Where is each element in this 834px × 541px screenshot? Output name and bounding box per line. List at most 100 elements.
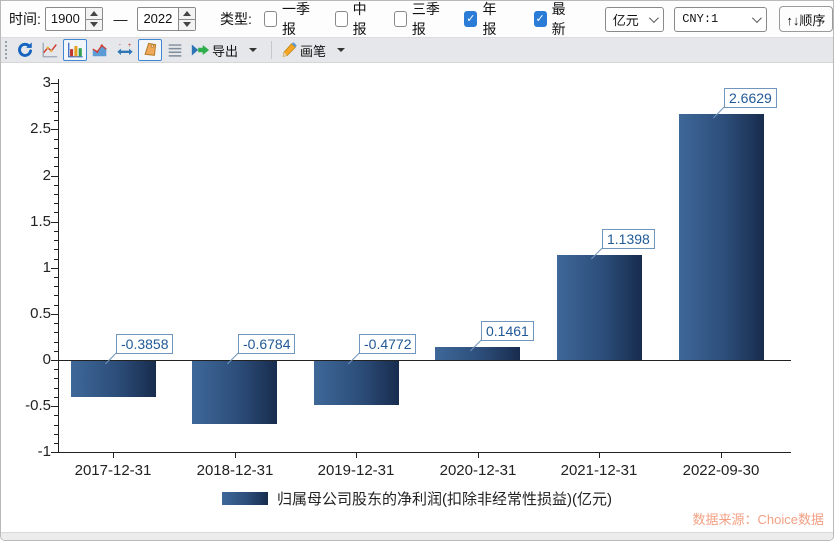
area-chart-icon xyxy=(92,44,107,57)
svg-text:-: - xyxy=(119,41,121,48)
type-checkbox-group: 一季报 中报 三季报 ✓ 年报 ✓ 最新 xyxy=(263,1,593,39)
end-year-spin-buttons[interactable] xyxy=(177,8,195,30)
legend-swatch xyxy=(222,492,268,505)
window-bottom-edge xyxy=(1,532,833,540)
y-minor-tick xyxy=(54,212,58,213)
type-checkbox-3[interactable]: ✓ 年报 xyxy=(464,1,504,39)
y-major-tick xyxy=(51,314,58,315)
data-source-note: 数据来源：Choice数据 xyxy=(692,512,824,527)
type-checkbox-1[interactable]: 中报 xyxy=(334,1,375,39)
checkbox-label: 三季报 xyxy=(411,1,440,37)
y-major-tick xyxy=(51,129,58,130)
y-minor-tick xyxy=(54,378,58,379)
checkbox-label: 最新 xyxy=(551,1,566,37)
spin-down-button[interactable] xyxy=(178,19,195,30)
legend-label: 归属母公司股东的净利润(扣除非经常性损益)(亿元) xyxy=(277,491,612,508)
chart-area: 3 2.5 2 1.5 1 0.5 0 -0.5 -1 2017-12-31 -0.3858 2018… xyxy=(1,64,833,531)
x-axis-tick xyxy=(478,453,479,458)
x-axis-tick xyxy=(721,453,722,458)
y-minor-tick xyxy=(54,388,58,389)
y-axis-label: -0.5 xyxy=(25,397,51,414)
type-checkbox-0[interactable]: 一季报 xyxy=(263,1,316,39)
y-minor-tick xyxy=(54,249,58,250)
value-label: -0.4772 xyxy=(347,334,417,365)
checkbox-unchecked-icon[interactable] xyxy=(263,11,278,27)
checkbox-unchecked-icon[interactable] xyxy=(334,11,348,27)
y-axis-label: 2.5 xyxy=(30,120,51,137)
chart-legend: 归属母公司股东的净利润(扣除非经常性损益)(亿元) xyxy=(1,488,833,509)
y-minor-tick xyxy=(54,203,58,204)
y-major-tick xyxy=(51,360,58,361)
unit-select[interactable]: 亿元 xyxy=(604,6,665,32)
time-label: 时间: xyxy=(9,11,41,27)
toolbar-grip-handle[interactable] xyxy=(5,41,10,59)
y-minor-tick xyxy=(54,157,58,158)
y-minor-tick xyxy=(54,240,58,241)
export-label: 导出 xyxy=(212,43,239,59)
export-icon xyxy=(191,44,210,56)
currency-select[interactable]: CNY:1 xyxy=(674,6,767,32)
unit-select-value: 亿元 xyxy=(612,12,639,28)
x-axis-label: 2017-12-31 xyxy=(74,462,152,479)
x-axis-label: 2020-12-31 xyxy=(439,462,517,479)
chevron-down-icon xyxy=(751,12,762,23)
y-minor-tick xyxy=(54,397,58,398)
brush-dropdown-caret[interactable] xyxy=(337,48,346,52)
checkbox-checked-icon[interactable]: ✓ xyxy=(464,11,478,27)
export-dropdown-caret[interactable] xyxy=(249,48,258,52)
y-minor-tick xyxy=(54,259,58,260)
export-button[interactable]: 导出 xyxy=(188,39,242,61)
y-axis-label: 0 xyxy=(42,351,51,368)
bar-2018-12-31 xyxy=(192,361,277,424)
zero-line xyxy=(58,360,791,361)
refresh-button[interactable] xyxy=(13,39,37,61)
type-checkbox-2[interactable]: 三季报 xyxy=(393,1,446,39)
list-button[interactable] xyxy=(163,39,187,61)
start-year-spin-buttons[interactable] xyxy=(85,8,103,30)
sort-order-button[interactable]: ↑↓顺序 xyxy=(778,6,833,32)
y-axis-line xyxy=(58,79,59,453)
type-label: 类型: xyxy=(219,11,252,27)
area-chart-button[interactable] xyxy=(88,39,112,61)
x-axis-label: 2019-12-31 xyxy=(317,462,395,479)
start-year-spinner[interactable]: 1900 xyxy=(44,7,104,31)
value-label: -0.3858 xyxy=(104,334,174,365)
app-window: 时间: 1900 — 2022 类型: 一季报 中报 三季报 ✓ 年报 ✓ 最新 亿元 CN… xyxy=(0,0,834,541)
spin-up-button[interactable] xyxy=(86,8,103,20)
toolbar-separator xyxy=(271,41,273,59)
y-minor-tick xyxy=(54,342,58,343)
type-checkbox-4[interactable]: ✓ 最新 xyxy=(533,1,574,39)
end-year-spinner[interactable]: 2022 xyxy=(137,7,196,31)
y-minor-tick xyxy=(54,231,58,232)
brush-button[interactable]: 画笔 xyxy=(278,39,330,61)
refresh-icon xyxy=(18,42,33,57)
spin-up-button[interactable] xyxy=(178,8,195,20)
axis-range-button[interactable]: - + xyxy=(113,39,137,61)
checkbox-checked-icon[interactable]: ✓ xyxy=(533,11,547,27)
y-minor-tick xyxy=(54,443,58,444)
y-minor-tick xyxy=(54,286,58,287)
filter-toolbar: 时间: 1900 — 2022 类型: 一季报 中报 三季报 ✓ 年报 ✓ 最新 亿元 CN… xyxy=(1,1,833,37)
y-minor-tick xyxy=(54,92,58,93)
y-axis-label: -1 xyxy=(37,443,51,460)
y-minor-tick xyxy=(54,102,58,103)
y-axis-label: 3 xyxy=(42,74,51,91)
x-axis-tick xyxy=(356,453,357,458)
line-chart-button[interactable] xyxy=(38,39,62,61)
end-year-value[interactable]: 2022 xyxy=(138,8,178,30)
y-minor-tick xyxy=(54,166,58,167)
start-year-value[interactable]: 1900 xyxy=(46,8,86,30)
checkbox-unchecked-icon[interactable] xyxy=(393,11,407,27)
y-minor-tick xyxy=(54,295,58,296)
line-chart-icon xyxy=(42,42,58,58)
spin-down-button[interactable] xyxy=(86,19,103,30)
x-axis-line xyxy=(58,452,791,453)
y-major-tick xyxy=(51,452,58,453)
value-label: 0.1461 xyxy=(469,321,534,352)
bar-2022-09-30 xyxy=(679,114,764,360)
y-axis-label: 1.5 xyxy=(30,213,51,230)
tag-icon xyxy=(144,42,157,56)
tag-button[interactable] xyxy=(138,39,162,61)
bar-chart-button[interactable] xyxy=(63,39,87,61)
y-minor-tick xyxy=(54,351,58,352)
